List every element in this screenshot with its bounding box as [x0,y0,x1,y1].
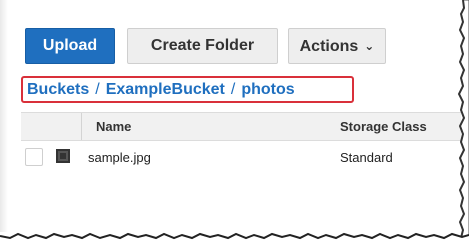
file-icon [56,149,70,163]
table-header: Name Storage Class [21,112,461,141]
file-name-cell[interactable]: sample.jpg [88,150,151,165]
file-icon-inner [60,153,66,159]
storage-class-cell: Standard [340,150,393,165]
breadcrumb-highlight-box: Buckets / ExampleBucket / photos [21,76,354,103]
breadcrumb-item-examplebucket[interactable]: ExampleBucket [106,81,225,98]
breadcrumb-item-photos[interactable]: photos [241,81,294,98]
torn-edge-bottom [0,232,469,244]
upload-button[interactable]: Upload [25,28,115,64]
column-header-storage-class[interactable]: Storage Class [340,119,427,134]
row-select-checkbox[interactable] [25,148,43,166]
breadcrumb-item-buckets[interactable]: Buckets [27,81,89,98]
breadcrumb: Buckets / ExampleBucket / photos [27,81,295,99]
chevron-down-icon: ⌄ [364,39,375,53]
actions-dropdown-button[interactable]: Actions ⌄ [288,28,386,64]
create-folder-button-label: Create Folder [150,37,255,54]
breadcrumb-separator: / [230,81,236,98]
create-folder-button[interactable]: Create Folder [127,28,278,64]
torn-edge-right [457,0,469,244]
left-edge-shadow [0,0,8,232]
upload-button-label: Upload [42,37,98,54]
actions-button-label: Actions [299,38,359,55]
screenshot-frame: Upload Create Folder Actions ⌄ Buckets / Ex… [0,0,469,244]
column-header-name[interactable]: Name [96,119,131,134]
breadcrumb-separator: / [95,81,100,98]
table-row[interactable]: sample.jpg Standard [21,141,461,175]
header-column-divider [81,113,82,140]
